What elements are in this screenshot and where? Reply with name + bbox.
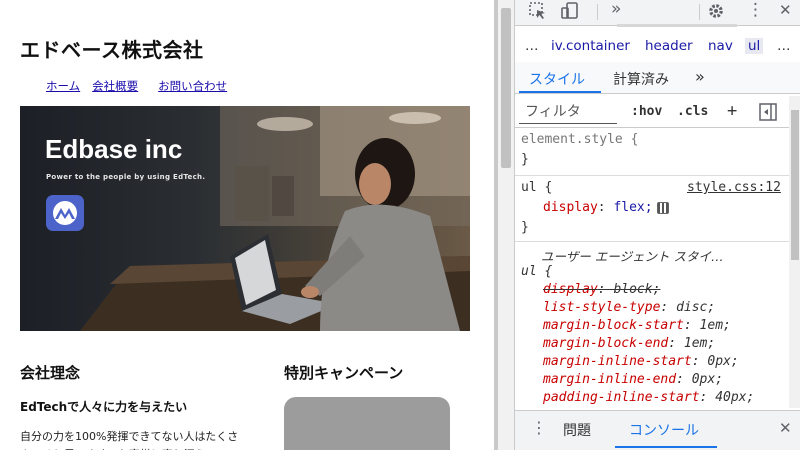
- tab-styles[interactable]: スタイル: [529, 69, 585, 89]
- property-value: 1em;: [683, 336, 716, 351]
- company-logo: [46, 195, 84, 231]
- breadcrumb-overflow-right[interactable]: …: [777, 38, 791, 54]
- property-value[interactable]: flex;: [613, 200, 652, 215]
- site-title: エドベース株式会社: [20, 38, 204, 62]
- hero-title: Edbase inc: [45, 134, 183, 164]
- breadcrumb-ul[interactable]: ul: [745, 38, 764, 54]
- tab-computed[interactable]: 計算済み: [613, 69, 669, 89]
- property-value: 0px;: [707, 354, 739, 369]
- property-name: margin-inline-end: [543, 372, 677, 387]
- flexbox-editor-icon[interactable]: [656, 201, 669, 214]
- property-value: block;: [613, 282, 661, 297]
- styles-filter-input[interactable]: [519, 100, 617, 124]
- mission-subheading: EdTechで人々に力を与えたい: [20, 400, 188, 414]
- declaration-display-overridden: display: block;: [543, 282, 661, 297]
- rule-close: }: [521, 220, 529, 235]
- breadcrumb-nav[interactable]: nav: [708, 38, 733, 54]
- rule-element-style: element.style { }: [515, 130, 800, 176]
- nav-link-home[interactable]: ホーム: [46, 78, 80, 94]
- user-agent-stylesheet-label: ユーザー エージェント スタイ…: [541, 249, 724, 264]
- declaration-padding-inline-start: padding-inline-start: 40px;: [543, 390, 755, 405]
- property-name: list-style-type: [543, 300, 661, 315]
- campaign-card[interactable]: [284, 397, 450, 450]
- class-toggle[interactable]: .cls: [677, 104, 708, 119]
- inspect-element-icon[interactable]: [529, 2, 547, 23]
- page-scrollbar[interactable]: [498, 0, 514, 450]
- mission-text: 自分の力を100%発揮できてない人はたくさんいると思います。お客様に寄り添う: [20, 430, 239, 450]
- rule-ul-author: ul { style.css:12 display: flex; }: [515, 178, 800, 242]
- hover-state-toggle[interactable]: :hov: [631, 104, 662, 119]
- drawer-menu-icon[interactable]: ⋮: [531, 420, 547, 436]
- panel-tab-strip: [617, 24, 737, 27]
- rule-ul-user-agent: ユーザー エージェント スタイ… ul { display: block; li…: [515, 244, 800, 410]
- property-name: padding-inline-start: [543, 390, 700, 405]
- styles-scrollbar[interactable]: [789, 96, 800, 408]
- devtools-drawer: ⋮ 問題 コンソール ✕: [515, 410, 800, 450]
- styles-filter-bar: :hov .cls +: [515, 96, 800, 128]
- property-name: display: [543, 282, 598, 297]
- property-name: margin-block-end: [543, 336, 669, 351]
- more-tabs-icon[interactable]: »: [695, 67, 705, 86]
- breadcrumb-overflow-left[interactable]: …: [525, 38, 539, 54]
- property-name: margin-block-start: [543, 318, 684, 333]
- drawer-active-tab-indicator: [615, 446, 717, 448]
- rule-selector[interactable]: ul {: [521, 180, 552, 195]
- more-panels-icon[interactable]: »: [611, 1, 621, 18]
- device-toolbar-icon[interactable]: [561, 2, 579, 23]
- property-name[interactable]: display: [543, 200, 598, 215]
- campaign-heading: 特別キャンペーン: [284, 364, 404, 382]
- page-scrollbar-thumb[interactable]: [501, 8, 511, 168]
- declaration-display[interactable]: display: flex;: [543, 200, 669, 215]
- settings-gear-icon[interactable]: [707, 2, 725, 23]
- active-tab-indicator: [519, 91, 601, 93]
- breadcrumb-header[interactable]: header: [645, 38, 693, 54]
- nav-link-contact[interactable]: お問い合わせ: [158, 78, 227, 94]
- property-value: disc;: [676, 300, 716, 315]
- customize-menu-icon[interactable]: ⋮: [747, 2, 764, 19]
- rule-source-link[interactable]: style.css:12: [687, 180, 781, 195]
- declaration-margin-block-end: margin-block-end: 1em;: [543, 336, 716, 351]
- mission-heading: 会社理念: [20, 364, 81, 382]
- breadcrumb-container[interactable]: iv.container: [551, 38, 630, 54]
- drawer-tab-issues[interactable]: 問題: [563, 420, 591, 440]
- rule-selector[interactable]: element.style {: [521, 132, 638, 147]
- dom-breadcrumb: … iv.container header nav ul …: [515, 34, 800, 60]
- drawer-tab-console[interactable]: コンソール: [629, 420, 699, 440]
- rule-close: }: [521, 152, 529, 167]
- toggle-computed-sidebar-icon[interactable]: [759, 103, 777, 124]
- styles-scrollbar-thumb[interactable]: [791, 110, 799, 260]
- close-devtools-icon[interactable]: ✕: [779, 3, 792, 18]
- new-style-rule-button[interactable]: +: [727, 101, 737, 121]
- hero-image: Edbase inc Power to the people by using …: [20, 106, 470, 331]
- property-value: 40px;: [715, 390, 755, 405]
- devtools-toolbar: » ⋮ ✕: [515, 0, 800, 27]
- declaration-margin-inline-start: margin-inline-start: 0px;: [543, 354, 739, 369]
- property-value: 1em;: [699, 318, 731, 333]
- declaration-margin-inline-end: margin-inline-end: 0px;: [543, 372, 724, 387]
- rule-selector: ul {: [521, 264, 553, 279]
- nav-link-about[interactable]: 会社概要: [92, 78, 138, 94]
- declaration-list-style-type: list-style-type: disc;: [543, 300, 716, 315]
- hero-tagline: Power to the people by using EdTech.: [46, 173, 206, 181]
- sidebar-tabs: スタイル 計算済み »: [515, 62, 800, 94]
- property-name: margin-inline-start: [543, 354, 692, 369]
- close-drawer-icon[interactable]: ✕: [779, 421, 792, 436]
- property-value: 0px;: [691, 372, 724, 387]
- site-nav: ホーム 会社概要 お問い合わせ: [46, 78, 239, 94]
- devtools-panel: » ⋮ ✕ … iv.container header nav ul … スタイ…: [514, 0, 800, 450]
- page-viewport: エドベース株式会社 ホーム 会社概要 お問い合わせ Edbase inc Pow…: [0, 0, 494, 450]
- declaration-margin-block-start: margin-block-start: 1em;: [543, 318, 731, 333]
